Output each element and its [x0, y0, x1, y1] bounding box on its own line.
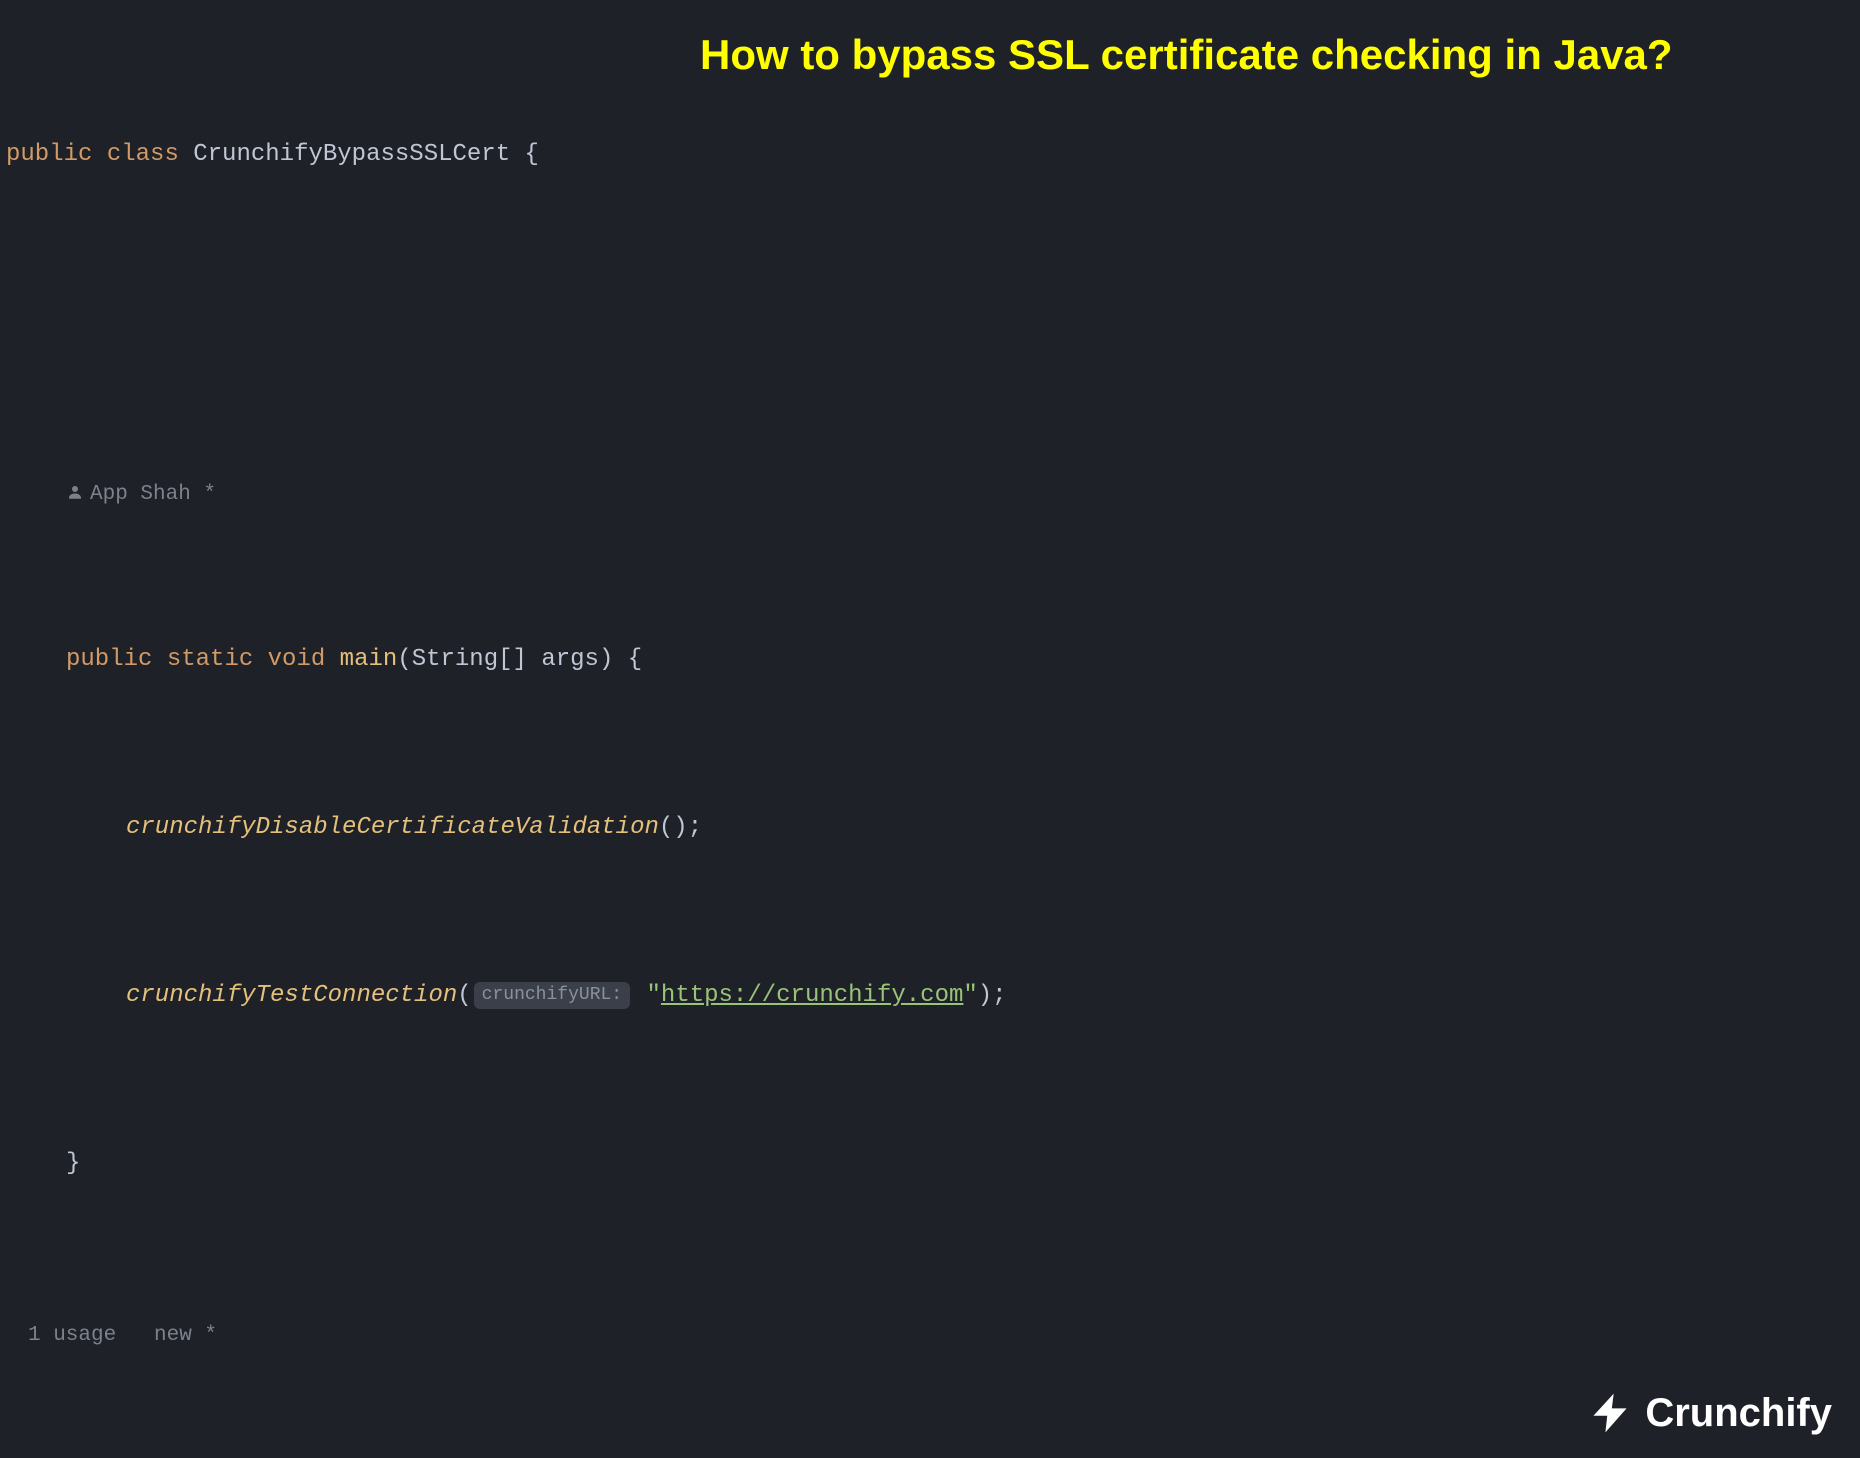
class-name: CrunchifyBypassSSLCert: [193, 141, 510, 168]
brand-text: Crunchify: [1645, 1392, 1832, 1434]
code-line[interactable]: crunchifyTestConnection(crunchifyURL: "h…: [6, 975, 1860, 1017]
keyword: public: [66, 646, 152, 673]
code-line[interactable]: public class CrunchifyBypassSSLCert {: [6, 134, 1860, 176]
string: "https://crunchify.com": [647, 982, 978, 1009]
param: args: [541, 646, 599, 673]
usage-annotation[interactable]: 1 usage new *: [6, 1311, 1860, 1354]
method-call: crunchifyDisableCertificateValidation: [126, 814, 659, 841]
keyword: void: [268, 646, 326, 673]
code-line[interactable]: }: [6, 1143, 1860, 1185]
blank-line: [6, 302, 1860, 344]
text: {: [510, 141, 539, 168]
brand-logo: Crunchify: [1587, 1390, 1832, 1436]
method-name: main: [340, 646, 398, 673]
keyword: static: [167, 646, 253, 673]
keyword: class: [107, 141, 179, 168]
code-line[interactable]: public static void main(String[] args) {: [6, 639, 1860, 681]
param-hint: crunchifyURL:: [474, 982, 630, 1009]
title-overlay: How to bypass SSL certificate checking i…: [700, 32, 1820, 78]
author-annotation: App Shah *: [6, 470, 1860, 513]
url-link[interactable]: https://crunchify.com: [661, 982, 963, 1009]
type: String: [412, 646, 498, 673]
keyword: public: [6, 141, 92, 168]
text: [92, 141, 106, 168]
author-meta: App Shah *: [66, 483, 216, 506]
method-call: crunchifyTestConnection: [126, 982, 457, 1009]
text: [179, 141, 193, 168]
person-icon: [66, 483, 84, 501]
code-editor[interactable]: public class CrunchifyBypassSSLCert { Ap…: [0, 0, 1860, 1458]
crunchify-icon: [1587, 1390, 1633, 1436]
code-line[interactable]: crunchifyDisableCertificateValidation();: [6, 807, 1860, 849]
